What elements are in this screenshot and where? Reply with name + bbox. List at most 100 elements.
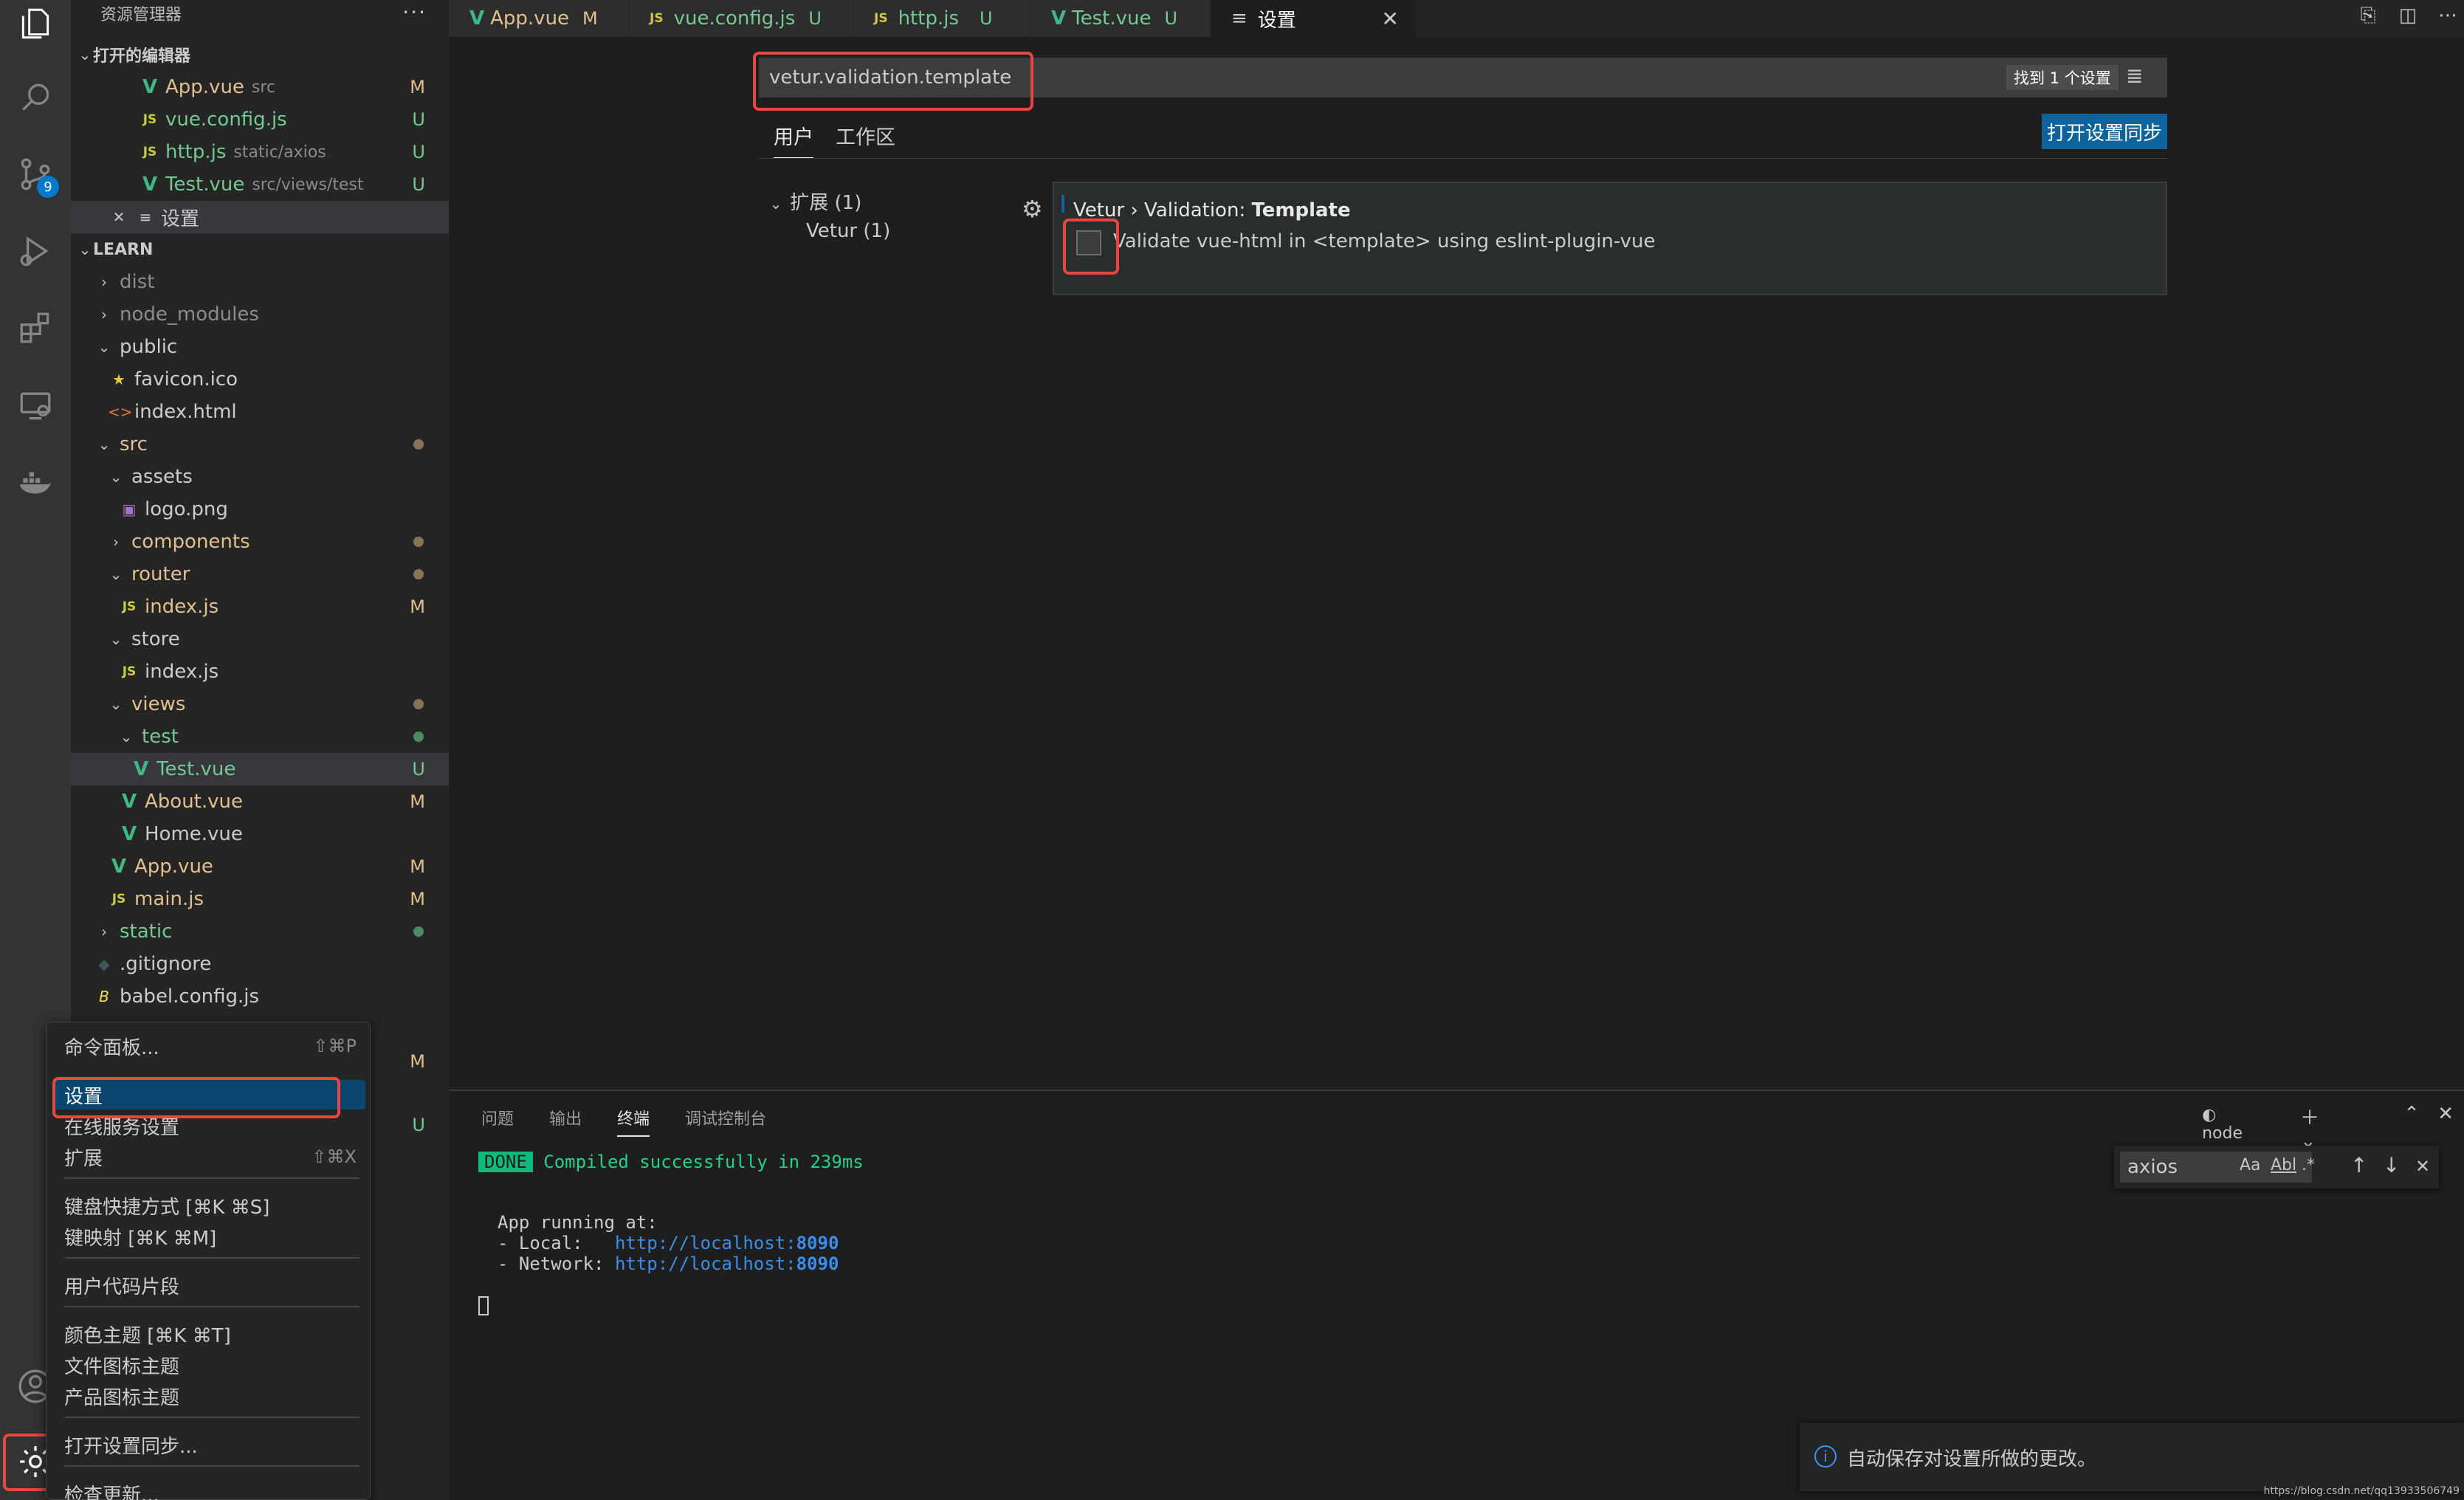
folder-static[interactable]: › static	[71, 915, 449, 948]
folder-src[interactable]: ⌄ src	[71, 428, 449, 461]
tab-app-vue[interactable]: V App.vue M	[449, 0, 629, 37]
settings-file-icon: ≡	[139, 208, 152, 226]
open-settings-json-icon[interactable]: ⎘	[2355, 4, 2381, 31]
menu-item-user-snippets[interactable]: 用户代码片段	[64, 1270, 359, 1300]
menu-item-check-updates[interactable]: 检查更新...	[64, 1479, 359, 1500]
tab-vue-config[interactable]: JS vue.config.js U	[629, 0, 853, 37]
match-case-toggle[interactable]: Aa	[2240, 1156, 2261, 1174]
menu-item-color-theme[interactable]: 颜色主题 [⌘K ⌘T]	[64, 1319, 359, 1349]
filter-icon[interactable]: ≣	[2126, 63, 2143, 88]
more-actions-icon[interactable]: ⋯	[2434, 4, 2461, 31]
extensions-icon[interactable]	[13, 306, 58, 350]
folder-node-modules[interactable]: › node_modules	[71, 298, 449, 331]
split-editor-icon[interactable]: ◫	[2395, 4, 2421, 31]
file-about-vue[interactable]: V About.vue M	[71, 785, 449, 818]
open-editor-item[interactable]: JS vue.config.js U	[71, 103, 449, 136]
menu-item-extensions[interactable]: 扩展 ⇧⌘X	[64, 1142, 359, 1172]
terminal-line: - Local: http://localhost:8090	[498, 1233, 839, 1253]
folder-assets[interactable]: ⌄ assets	[71, 461, 449, 493]
open-editor-item[interactable]: JS http.js static/axios U	[71, 136, 449, 168]
close-panel-icon[interactable]: ✕	[2437, 1103, 2454, 1125]
toc-vetur[interactable]: Vetur (1)	[806, 220, 890, 242]
folder-test[interactable]: ⌄ test	[71, 720, 449, 753]
file-index-html[interactable]: <> index.html	[71, 396, 449, 428]
folder-components[interactable]: › components	[71, 526, 449, 558]
menu-separator	[64, 1465, 359, 1467]
terminal-line: DONE Compiled successfully in 239ms	[478, 1152, 864, 1172]
open-settings-sync-button[interactable]: 打开设置同步	[2042, 114, 2167, 149]
open-editor-item[interactable]: V App.vue src M	[71, 71, 449, 103]
vue-file-icon: V	[121, 791, 137, 813]
open-editors-header[interactable]: ⌄ 打开的编辑器	[71, 38, 449, 71]
file-babel-config[interactable]: Bbabel.config.js	[71, 980, 449, 1013]
folder-store[interactable]: ⌄ store	[71, 623, 449, 656]
vue-file-icon: V	[142, 173, 158, 196]
setting-gear-icon[interactable]: ⚙	[1022, 195, 1043, 223]
remote-explorer-icon[interactable]	[13, 384, 58, 428]
file-app-vue[interactable]: V App.vue M	[71, 850, 449, 883]
whole-word-toggle[interactable]: Abl	[2271, 1156, 2296, 1174]
info-icon: i	[1814, 1445, 1837, 1468]
search-icon[interactable]	[13, 75, 58, 120]
tab-http-js[interactable]: JS http.js U	[853, 0, 1030, 37]
project-header[interactable]: ⌄ LEARN	[71, 233, 449, 266]
js-file-icon: JS	[122, 664, 137, 679]
tab-settings[interactable]: ≡ 设置 ✕	[1211, 0, 1417, 37]
more-actions-icon[interactable]: ···	[402, 0, 427, 24]
next-match-icon[interactable]: ↓	[2383, 1153, 2400, 1177]
menu-item-product-icon-theme[interactable]: 产品图标主题	[64, 1381, 359, 1411]
tab-workspace-settings[interactable]: 工作区	[836, 121, 895, 150]
open-editor-item-settings[interactable]: ✕ ≡ 设置	[71, 201, 449, 233]
file-home-vue[interactable]: V Home.vue	[71, 818, 449, 850]
menu-item-file-icon-theme[interactable]: 文件图标主题	[64, 1350, 359, 1380]
run-debug-icon[interactable]	[13, 229, 58, 273]
menu-separator	[64, 1257, 359, 1259]
file-favicon[interactable]: ★ favicon.ico	[71, 363, 449, 396]
folder-views[interactable]: ⌄ views	[71, 688, 449, 720]
folder-public[interactable]: ⌄ public	[71, 331, 449, 363]
explorer-icon[interactable]	[13, 1, 58, 46]
open-editors-title: 打开的编辑器	[93, 47, 191, 66]
open-editor-item[interactable]: V Test.vue src/views/test U	[71, 168, 449, 201]
docker-icon[interactable]	[13, 459, 58, 503]
new-terminal-icon[interactable]: ＋⌄	[2300, 1103, 2319, 1152]
file-logo[interactable]: ▣ logo.png	[71, 493, 449, 526]
watermark-text: https://blog.csdn.net/qq13933506749	[2263, 1485, 2460, 1497]
menu-item-keyboard-shortcuts[interactable]: 键盘快捷方式 [⌘K ⌘S]	[64, 1191, 359, 1220]
file-main-js[interactable]: JS main.js M	[71, 883, 449, 915]
vue-file-icon: V	[469, 7, 485, 30]
close-icon[interactable]: ✕	[1382, 7, 1399, 31]
folder-router[interactable]: ⌄ router	[71, 558, 449, 591]
terminal-find-widget: Aa Abl .* ↑ ↓ ✕	[2114, 1146, 2439, 1188]
setting-description: Validate vue-html in <template> using es…	[1113, 230, 1656, 252]
menu-item-turn-on-settings-sync[interactable]: 打开设置同步...	[64, 1430, 359, 1459]
file-gitignore[interactable]: ◆ .gitignore	[71, 948, 449, 980]
file-store-index[interactable]: JS index.js	[71, 656, 449, 688]
js-file-icon: JS	[142, 112, 157, 127]
tab-output[interactable]: 输出	[549, 1106, 582, 1129]
tab-user-settings[interactable]: 用户	[774, 121, 813, 159]
html-file-icon: <>	[108, 403, 133, 421]
tab-problems[interactable]: 问题	[481, 1106, 514, 1129]
terminal-shell-selector[interactable]: ◐ node	[2202, 1106, 2243, 1143]
file-router-index[interactable]: JS index.js M	[71, 591, 449, 623]
menu-item-command-palette[interactable]: 命令面板... ⇧⌘P	[64, 1031, 359, 1061]
checkbox-highlight-box	[1063, 219, 1119, 275]
previous-match-icon[interactable]: ↑	[2350, 1153, 2367, 1177]
menu-item-keymaps[interactable]: 键映射 [⌘K ⌘M]	[64, 1222, 359, 1251]
folder-dist[interactable]: › dist	[71, 266, 449, 298]
git-file-icon: ◆	[98, 955, 110, 973]
terminal-line: - Network: http://localhost:8090	[498, 1253, 839, 1274]
regex-toggle[interactable]: .*	[2302, 1156, 2315, 1174]
vue-file-icon: V	[133, 758, 149, 780]
terminal-cursor	[478, 1296, 489, 1315]
file-test-vue[interactable]: V Test.vue U	[71, 753, 449, 785]
maximize-panel-icon[interactable]: ⌃	[2403, 1103, 2420, 1125]
close-icon[interactable]: ✕	[108, 208, 130, 226]
tab-terminal[interactable]: 终端	[617, 1106, 650, 1137]
tab-debug-console[interactable]: 调试控制台	[685, 1106, 766, 1129]
tab-test-vue[interactable]: V Test.vue U	[1030, 0, 1211, 37]
close-find-icon[interactable]: ✕	[2415, 1156, 2430, 1177]
star-file-icon: ★	[112, 371, 125, 388]
toc-extensions[interactable]: ⌄ 扩展 (1)	[768, 188, 862, 215]
